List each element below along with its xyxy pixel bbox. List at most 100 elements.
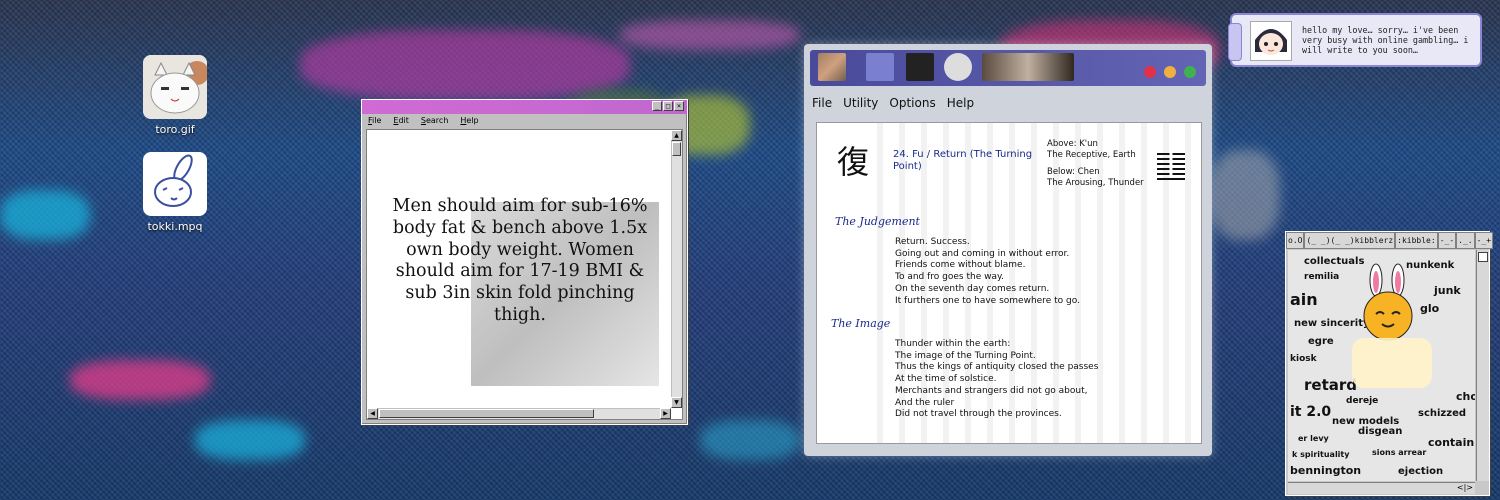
menu-edit[interactable]: Edit [393,114,409,128]
avatar [1250,21,1292,61]
scroll-thumb[interactable] [379,409,594,418]
document-text: Men should aim for sub-16% body fat & be… [392,196,648,325]
message-text: hello my love… sorry… i've been very bus… [1302,25,1469,55]
text-line: Did not travel through the provinces. [895,409,1062,420]
collage-word: schizzed [1418,408,1467,419]
title-part: o.O [1286,232,1305,249]
collage-word: er levy [1298,434,1329,443]
rabbit-icon [143,152,207,216]
text-line: Thunder within the earth: [895,339,1011,349]
minimize-button[interactable] [1164,66,1176,78]
text-line: Friends come without blame. [895,260,1026,271]
text-area[interactable]: Men should aim for sub-16% body fat & be… [366,129,683,420]
text-line: To and fro goes the way. [895,272,1004,283]
collage-word: k spirituality [1292,450,1350,459]
collage-word: disgean [1358,426,1403,437]
title-part: (_ _)(_ _)kibblerz [1304,232,1396,249]
scroll-right-icon[interactable]: ▶ [660,408,671,419]
menu-options[interactable]: Options [889,96,935,110]
maximize-button[interactable]: ._. [1456,232,1475,249]
collage-word: ejection [1398,466,1444,477]
menu-help[interactable]: Help [460,114,478,128]
title-bar[interactable]: _ □ × [362,100,687,114]
bubble-tab [1228,23,1242,61]
trigram-info: Above: K'un The Receptive, Earth Below: … [1047,139,1144,189]
wallpaper-blob [0,190,90,240]
wallpaper-blob [300,30,630,100]
menu-file[interactable]: File [812,96,832,110]
text-line: At the time of solstice. [895,374,997,385]
text-line: The image of the Turning Point. [895,350,1036,361]
collage-word: dereje [1346,396,1379,406]
collage-word: egre [1308,336,1334,347]
scroll-down-icon[interactable]: ▼ [671,397,682,408]
desktop-icon-label: tokki.mpq [147,220,203,233]
above-trigram: Above: K'un [1047,139,1098,149]
thumbnail-icon[interactable] [906,53,934,81]
collage-word: contain [1428,436,1475,449]
kibblerz-window[interactable]: o.O (_ _)(_ _)kibblerz :kibble: -_- ._. … [1285,231,1494,496]
notepad-window[interactable]: _ □ × File Edit Search Help Men should a… [361,99,688,425]
hexagram-title: 24. Fu / Return (The Turning Point) [893,149,1033,172]
text-line: And the ruler [895,397,955,408]
collage-word: ain [1290,290,1318,309]
wallpaper-blob [70,360,210,400]
close-button[interactable]: -_+ [1474,232,1494,249]
wallpaper-blob [620,20,800,50]
scroll-left-icon[interactable]: ◀ [367,408,378,419]
judgement-heading: The Judgement [835,215,920,228]
title-part: :kibble: [1395,232,1438,249]
menu-bar: File Utility Options Help [812,96,974,110]
title-bar[interactable]: o.O (_ _)(_ _)kibblerz :kibble: -_- ._. … [1286,232,1494,249]
menu-file[interactable]: File [368,114,381,128]
message-notification[interactable]: hello my love… sorry… i've been very bus… [1228,13,1482,67]
above-trigram-desc: The Receptive, Earth [1047,150,1136,160]
text-line: Merchants and strangers did not go about… [895,385,1088,396]
wallpaper-blob [1210,150,1280,240]
vertical-scrollbar[interactable]: ▲ ▼ [671,130,682,408]
desktop-icon-toro[interactable]: toro.gif [135,55,215,136]
menu-bar: File Edit Search Help [362,114,687,128]
menu-search[interactable]: Search [421,114,448,128]
scroll-thumb[interactable] [672,142,681,156]
collage-image: collectuals remilia ain new sincerity eg… [1288,250,1475,481]
text-line: Return. Success. [895,237,970,247]
vertical-scrollbar[interactable] [1476,250,1489,481]
thumbnail-icon[interactable] [818,53,846,81]
thumbnail-icon[interactable] [944,53,972,81]
title-bar[interactable] [810,50,1206,86]
collage-word: chopped [1456,390,1475,403]
below-trigram-desc: The Arousing, Thunder [1047,178,1144,188]
scroll-arrows-icon[interactable]: <|> [1457,483,1473,492]
close-button[interactable]: × [674,101,684,111]
menu-utility[interactable]: Utility [843,96,878,110]
thumbnail-icon[interactable] [866,53,894,81]
desktop-icon-tokki[interactable]: tokki.mpq [135,152,215,233]
text-line: It furthers one to have somewhere to go. [895,295,1080,306]
bunny-mascot-icon [1352,263,1432,388]
desktop-icon-label: toro.gif [155,123,195,136]
judgement-text: Return. Success. Going out and coming in… [895,237,1080,307]
hexagram-character: 復 [837,143,870,181]
minimize-button[interactable]: _ [652,101,662,111]
thumbnail-icon[interactable] [982,53,1074,81]
text-line: On the seventh day comes return. [895,283,1050,294]
wallpaper-blob [700,420,800,460]
reading-page: 復 24. Fu / Return (The Turning Point) Ab… [816,122,1202,444]
minimize-button[interactable]: -_- [1437,232,1457,249]
scroll-up-icon[interactable]: ▲ [671,130,682,141]
image-text: Thunder within the earth: The image of t… [895,339,1098,421]
collage-word: remilia [1304,272,1340,282]
wallpaper-blob [195,420,305,460]
collage-word: it 2.0 [1290,404,1332,420]
horizontal-scrollbar[interactable]: <|> [1288,482,1475,494]
horizontal-scrollbar[interactable]: ◀ ▶ [367,408,671,419]
menu-help[interactable]: Help [947,96,974,110]
scroll-thumb[interactable] [1478,252,1488,262]
close-button[interactable] [1144,66,1156,78]
maximize-button[interactable] [1184,66,1196,78]
iching-window[interactable]: File Utility Options Help 復 24. Fu / Ret… [804,44,1212,456]
image-heading: The Image [831,317,891,330]
below-trigram: Below: Chen [1047,167,1100,177]
maximize-button[interactable]: □ [663,101,673,111]
